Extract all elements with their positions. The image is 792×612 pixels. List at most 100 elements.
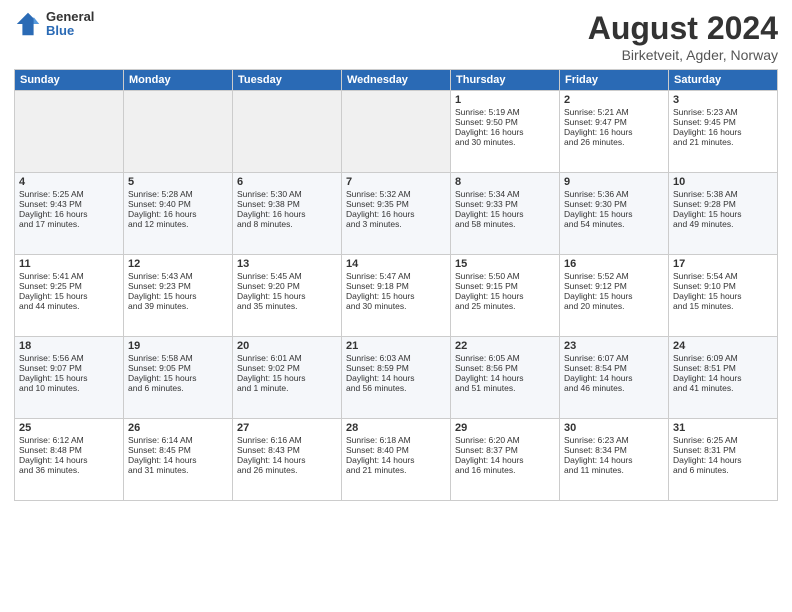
table-row: 16Sunrise: 5:52 AMSunset: 9:12 PMDayligh… — [560, 255, 669, 337]
table-row: 31Sunrise: 6:25 AMSunset: 8:31 PMDayligh… — [669, 419, 778, 501]
col-wednesday: Wednesday — [342, 70, 451, 91]
day-content: and 8 minutes. — [237, 219, 337, 229]
day-content: Sunrise: 6:23 AM — [564, 435, 664, 445]
day-content: Sunset: 8:40 PM — [346, 445, 446, 455]
table-row: 27Sunrise: 6:16 AMSunset: 8:43 PMDayligh… — [233, 419, 342, 501]
day-content: Sunrise: 6:25 AM — [673, 435, 773, 445]
calendar-table: Sunday Monday Tuesday Wednesday Thursday… — [14, 69, 778, 501]
day-content: Sunset: 9:40 PM — [128, 199, 228, 209]
day-content: Daylight: 15 hours — [19, 373, 119, 383]
day-number: 31 — [673, 422, 773, 434]
day-content: Sunset: 8:45 PM — [128, 445, 228, 455]
day-content: Daylight: 14 hours — [346, 373, 446, 383]
day-content: Sunrise: 6:12 AM — [19, 435, 119, 445]
col-monday: Monday — [124, 70, 233, 91]
col-tuesday: Tuesday — [233, 70, 342, 91]
day-number: 19 — [128, 340, 228, 352]
day-number: 22 — [455, 340, 555, 352]
day-content: and 25 minutes. — [455, 301, 555, 311]
day-content: and 46 minutes. — [564, 383, 664, 393]
calendar-week-row: 11Sunrise: 5:41 AMSunset: 9:25 PMDayligh… — [15, 255, 778, 337]
day-number: 16 — [564, 258, 664, 270]
table-row: 15Sunrise: 5:50 AMSunset: 9:15 PMDayligh… — [451, 255, 560, 337]
day-content: Sunrise: 5:45 AM — [237, 271, 337, 281]
day-content: Sunrise: 5:32 AM — [346, 189, 446, 199]
day-number: 17 — [673, 258, 773, 270]
day-content: and 10 minutes. — [19, 383, 119, 393]
day-number: 13 — [237, 258, 337, 270]
logo-text: General Blue — [46, 10, 94, 39]
table-row: 28Sunrise: 6:18 AMSunset: 8:40 PMDayligh… — [342, 419, 451, 501]
day-content: Sunrise: 6:16 AM — [237, 435, 337, 445]
day-content: and 49 minutes. — [673, 219, 773, 229]
day-content: Daylight: 16 hours — [673, 127, 773, 137]
logo: General Blue — [14, 10, 94, 39]
day-content: Sunset: 9:25 PM — [19, 281, 119, 291]
table-row: 14Sunrise: 5:47 AMSunset: 9:18 PMDayligh… — [342, 255, 451, 337]
day-content: Sunrise: 5:21 AM — [564, 107, 664, 117]
col-sunday: Sunday — [15, 70, 124, 91]
day-content: Sunset: 8:51 PM — [673, 363, 773, 373]
day-number: 9 — [564, 176, 664, 188]
day-content: and 41 minutes. — [673, 383, 773, 393]
day-content: Daylight: 15 hours — [19, 291, 119, 301]
day-content: Sunset: 9:50 PM — [455, 117, 555, 127]
table-row: 29Sunrise: 6:20 AMSunset: 8:37 PMDayligh… — [451, 419, 560, 501]
day-number: 12 — [128, 258, 228, 270]
day-content: Sunrise: 5:19 AM — [455, 107, 555, 117]
day-content: Sunrise: 5:52 AM — [564, 271, 664, 281]
day-content: Sunset: 8:56 PM — [455, 363, 555, 373]
day-content: Daylight: 16 hours — [237, 209, 337, 219]
table-row: 1Sunrise: 5:19 AMSunset: 9:50 PMDaylight… — [451, 91, 560, 173]
day-number: 5 — [128, 176, 228, 188]
calendar-subtitle: Birketveit, Agder, Norway — [588, 47, 778, 63]
day-content: Sunrise: 6:07 AM — [564, 353, 664, 363]
day-content: and 21 minutes. — [673, 137, 773, 147]
day-content: Daylight: 14 hours — [346, 455, 446, 465]
day-content: Sunset: 9:12 PM — [564, 281, 664, 291]
day-content: Sunset: 9:07 PM — [19, 363, 119, 373]
day-content: Daylight: 15 hours — [673, 291, 773, 301]
day-number: 14 — [346, 258, 446, 270]
day-content: Daylight: 14 hours — [455, 373, 555, 383]
day-content: Daylight: 15 hours — [455, 291, 555, 301]
table-row: 19Sunrise: 5:58 AMSunset: 9:05 PMDayligh… — [124, 337, 233, 419]
table-row: 24Sunrise: 6:09 AMSunset: 8:51 PMDayligh… — [669, 337, 778, 419]
calendar-title: August 2024 — [588, 10, 778, 47]
day-number: 27 — [237, 422, 337, 434]
table-row: 18Sunrise: 5:56 AMSunset: 9:07 PMDayligh… — [15, 337, 124, 419]
day-content: Sunrise: 5:47 AM — [346, 271, 446, 281]
table-row: 4Sunrise: 5:25 AMSunset: 9:43 PMDaylight… — [15, 173, 124, 255]
day-content: and 44 minutes. — [19, 301, 119, 311]
day-content: Sunrise: 5:28 AM — [128, 189, 228, 199]
table-row — [342, 91, 451, 173]
day-number: 15 — [455, 258, 555, 270]
table-row: 3Sunrise: 5:23 AMSunset: 9:45 PMDaylight… — [669, 91, 778, 173]
day-content: Sunset: 9:28 PM — [673, 199, 773, 209]
day-number: 29 — [455, 422, 555, 434]
day-content: Daylight: 16 hours — [346, 209, 446, 219]
header: General Blue August 2024 Birketveit, Agd… — [14, 10, 778, 63]
day-content: Daylight: 14 hours — [19, 455, 119, 465]
table-row: 21Sunrise: 6:03 AMSunset: 8:59 PMDayligh… — [342, 337, 451, 419]
table-row: 10Sunrise: 5:38 AMSunset: 9:28 PMDayligh… — [669, 173, 778, 255]
day-number: 3 — [673, 94, 773, 106]
day-content: Sunset: 8:48 PM — [19, 445, 119, 455]
day-content: Sunset: 8:43 PM — [237, 445, 337, 455]
day-content: and 21 minutes. — [346, 465, 446, 475]
day-number: 11 — [19, 258, 119, 270]
day-content: and 6 minutes. — [128, 383, 228, 393]
day-content: and 36 minutes. — [19, 465, 119, 475]
day-content: and 30 minutes. — [455, 137, 555, 147]
day-content: and 26 minutes. — [564, 137, 664, 147]
day-content: Sunset: 8:59 PM — [346, 363, 446, 373]
day-content: Daylight: 14 hours — [128, 455, 228, 465]
day-content: Sunrise: 5:43 AM — [128, 271, 228, 281]
day-content: and 31 minutes. — [128, 465, 228, 475]
day-content: and 12 minutes. — [128, 219, 228, 229]
day-number: 24 — [673, 340, 773, 352]
logo-icon — [14, 10, 42, 38]
day-number: 20 — [237, 340, 337, 352]
day-content: Sunrise: 6:01 AM — [237, 353, 337, 363]
day-content: Sunrise: 5:56 AM — [19, 353, 119, 363]
